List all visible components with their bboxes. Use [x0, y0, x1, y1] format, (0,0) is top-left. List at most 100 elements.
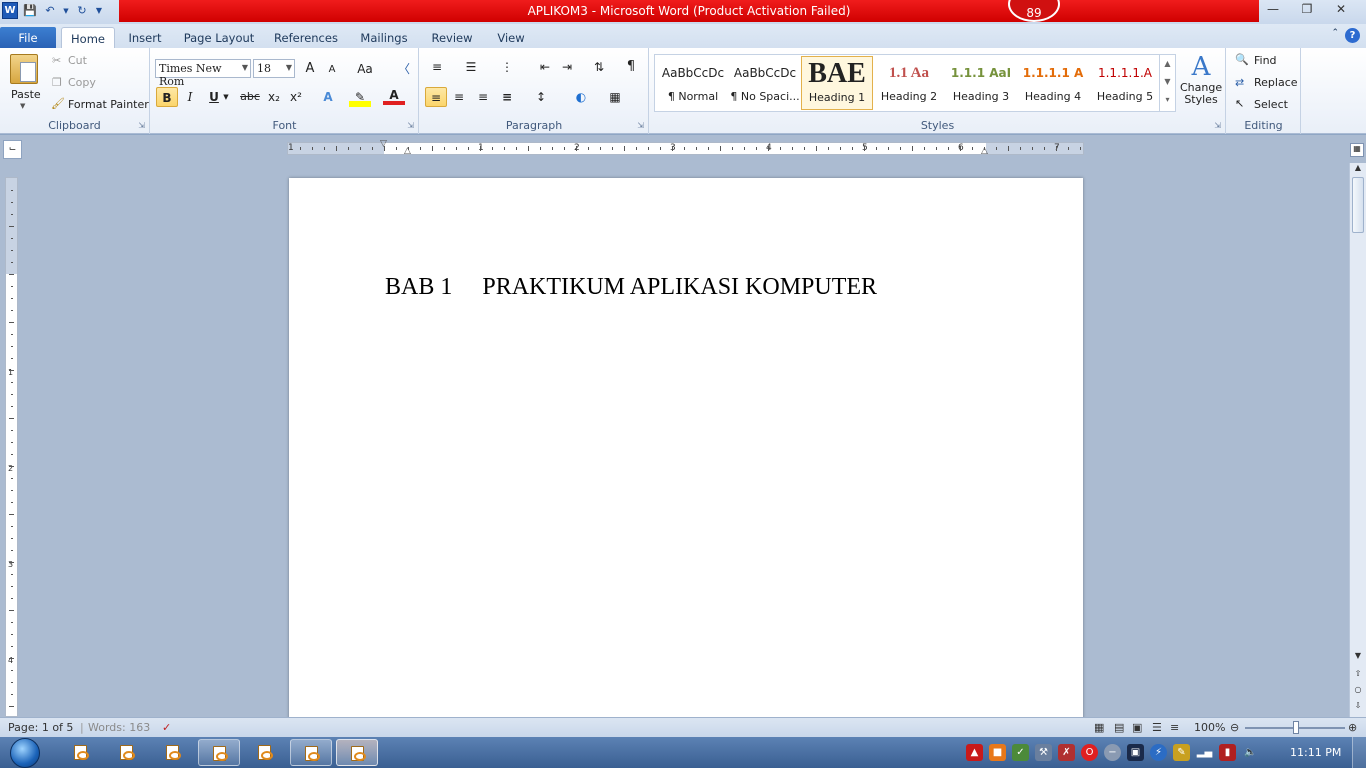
- vertical-scrollbar[interactable]: ▲ ▼ ⇧ ○ ⇩: [1349, 163, 1366, 717]
- acrobat-icon[interactable]: ▲: [966, 744, 983, 761]
- security-shield-icon[interactable]: ✓: [1012, 744, 1029, 761]
- change-case-button[interactable]: Aa: [351, 59, 379, 79]
- browse-object-icon[interactable]: ○: [1350, 685, 1366, 694]
- battery-icon[interactable]: ▮: [1219, 744, 1236, 761]
- taskbar-word-window[interactable]: [106, 739, 148, 766]
- style-heading-4[interactable]: 1.1.1.1 A Heading 4: [1017, 56, 1089, 110]
- undo-icon[interactable]: ↶: [42, 2, 58, 19]
- paste-button[interactable]: Paste: [11, 88, 41, 101]
- paste-dropdown-icon[interactable]: ▼: [20, 102, 25, 110]
- font-size-combo[interactable]: 18 ▼: [253, 59, 295, 78]
- select-button[interactable]: Select: [1254, 98, 1288, 111]
- taskbar-word-window[interactable]: [244, 739, 286, 766]
- text-effects-icon[interactable]: A: [317, 87, 339, 107]
- repeat-icon[interactable]: ↻: [74, 2, 90, 19]
- customize-qat-icon[interactable]: ▼: [94, 2, 104, 19]
- restore-button[interactable]: ❐: [1290, 2, 1324, 16]
- signal-icon[interactable]: ▂▄: [1196, 744, 1213, 761]
- draft-icon[interactable]: ≡: [1170, 721, 1179, 734]
- previous-page-icon[interactable]: ⇧: [1350, 669, 1366, 678]
- proofing-icon[interactable]: ✓: [162, 721, 171, 734]
- opera-icon[interactable]: O: [1081, 744, 1098, 761]
- shading-icon[interactable]: ◐: [570, 87, 592, 107]
- find-button[interactable]: Find: [1254, 54, 1277, 67]
- scroll-thumb[interactable]: [1352, 177, 1364, 233]
- show-formatting-marks-button[interactable]: ¶: [620, 57, 642, 77]
- tab-selector-button[interactable]: ⌙: [3, 140, 22, 159]
- paragraph-launcher-icon[interactable]: ⇲: [637, 121, 644, 130]
- volume-icon[interactable]: 🔈: [1242, 744, 1259, 761]
- underline-dropdown-icon[interactable]: ▼: [221, 87, 231, 107]
- justify-icon[interactable]: ≡: [496, 87, 518, 107]
- scroll-up-icon[interactable]: ▲: [1350, 163, 1366, 172]
- zoom-slider-knob[interactable]: [1293, 721, 1299, 734]
- multilevel-list-icon[interactable]: ⋮: [496, 57, 518, 77]
- chevron-up-icon[interactable]: ▲: [1160, 55, 1175, 73]
- document-page[interactable]: BAB 1 PRAKTIKUM APLIKASI KOMPUTER: [289, 178, 1083, 723]
- align-center-icon[interactable]: ≡: [448, 87, 470, 107]
- align-right-icon[interactable]: ≡: [472, 87, 494, 107]
- start-button[interactable]: [8, 737, 44, 768]
- tab-references[interactable]: References: [268, 27, 344, 48]
- web-layout-icon[interactable]: ▣: [1132, 721, 1142, 734]
- style-normal[interactable]: AaBbCcDc ¶ Normal: [657, 56, 729, 110]
- tab-view[interactable]: View: [488, 27, 534, 48]
- taskbar-word-window-active[interactable]: [336, 739, 378, 766]
- taskbar-word-window[interactable]: [60, 739, 102, 766]
- taskbar-clock[interactable]: 11:11 PM: [1290, 746, 1341, 759]
- next-page-icon[interactable]: ⇩: [1350, 701, 1366, 710]
- outline-icon[interactable]: ☰: [1152, 721, 1162, 734]
- tab-mailings[interactable]: Mailings: [352, 27, 416, 48]
- tab-home[interactable]: Home: [61, 27, 115, 48]
- italic-button[interactable]: I: [179, 87, 201, 107]
- scroll-down-icon[interactable]: ▼: [1350, 651, 1366, 660]
- taskbar-word-window[interactable]: [152, 739, 194, 766]
- full-screen-reading-icon[interactable]: ▤: [1114, 721, 1124, 734]
- borders-icon[interactable]: ▦: [604, 87, 626, 107]
- undo-dropdown-icon[interactable]: ▼: [62, 2, 70, 19]
- zoom-in-icon[interactable]: ⊕: [1348, 721, 1357, 734]
- minimize-ribbon-icon[interactable]: ⌃: [1331, 28, 1339, 43]
- pen-icon[interactable]: ✎: [1173, 744, 1190, 761]
- styles-launcher-icon[interactable]: ⇲: [1214, 121, 1221, 130]
- font-name-combo[interactable]: Times New Rom ▼: [155, 59, 251, 88]
- zoom-level[interactable]: 100%: [1194, 721, 1225, 734]
- show-desktop-button[interactable]: [1352, 737, 1366, 768]
- close-button[interactable]: ✕: [1324, 2, 1358, 16]
- chapter-heading[interactable]: BAB 1 PRAKTIKUM APLIKASI KOMPUTER: [385, 274, 877, 301]
- network-warning-icon[interactable]: ✗: [1058, 744, 1075, 761]
- chevron-down-icon[interactable]: ▼: [1160, 73, 1175, 91]
- format-painter-button[interactable]: Format Painter: [68, 98, 149, 111]
- style-heading-5[interactable]: 1.1.1.1.A Heading 5: [1089, 56, 1161, 110]
- taskbar-word-window[interactable]: [198, 739, 240, 766]
- bolt-icon[interactable]: ⚡: [1150, 744, 1167, 761]
- monitor-icon[interactable]: ▣: [1127, 744, 1144, 761]
- increase-indent-icon[interactable]: ⇥: [556, 57, 578, 77]
- style-no-spacing[interactable]: AaBbCcDc ¶ No Spaci...: [729, 56, 801, 110]
- word-app-icon[interactable]: W: [2, 2, 18, 19]
- tab-insert[interactable]: Insert: [120, 27, 170, 48]
- numbering-icon[interactable]: ☰: [460, 57, 482, 77]
- vertical-ruler[interactable]: 1 2 3 4: [5, 177, 18, 717]
- minus-icon[interactable]: −: [1104, 744, 1121, 761]
- subscript-button[interactable]: x₂: [263, 87, 285, 107]
- copy-button[interactable]: Copy: [68, 76, 96, 89]
- decrease-indent-icon[interactable]: ⇤: [534, 57, 556, 77]
- replace-button[interactable]: Replace: [1254, 76, 1298, 89]
- cut-button[interactable]: Cut: [68, 54, 87, 67]
- style-heading-3[interactable]: 1.1.1 AaI Heading 3: [945, 56, 1017, 110]
- zoom-out-icon[interactable]: ⊖: [1230, 721, 1239, 734]
- minimize-button[interactable]: —: [1256, 2, 1290, 16]
- bold-button[interactable]: B: [156, 87, 178, 107]
- superscript-button[interactable]: x²: [285, 87, 307, 107]
- clipboard-launcher-icon[interactable]: ⇲: [138, 121, 145, 130]
- style-heading-1[interactable]: BAE Heading 1: [801, 56, 873, 110]
- align-left-icon[interactable]: ≡: [425, 87, 447, 107]
- bullets-icon[interactable]: ≡: [426, 57, 448, 77]
- sort-icon[interactable]: ⇅: [588, 57, 610, 77]
- shrink-font-button[interactable]: A: [321, 60, 343, 80]
- page-count-status[interactable]: Page: 1 of 5: [8, 721, 73, 734]
- style-heading-2[interactable]: 1.1 Aa Heading 2: [873, 56, 945, 110]
- more-styles-icon[interactable]: ▾: [1160, 91, 1175, 109]
- line-spacing-icon[interactable]: ↕: [530, 87, 552, 107]
